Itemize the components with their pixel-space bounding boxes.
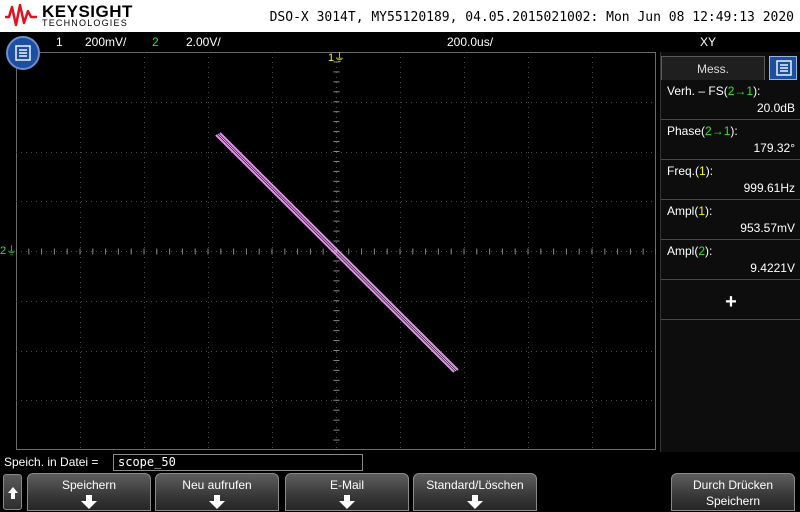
measurement-value: 9.4221V [750, 261, 795, 275]
measurement-value: 999.61Hz [743, 181, 795, 195]
down-arrow-icon [81, 495, 97, 509]
measurement-value: 179.32° [753, 141, 795, 155]
channel-status-bar: 1 200mV/ 2 2.00V/ 200.0us/ XY [0, 32, 800, 52]
xy-trace [215, 132, 459, 373]
measurement-item[interactable]: Ampl(1): 953.57mV [661, 200, 800, 240]
ch2-scale[interactable]: 2.00V/ [186, 35, 221, 49]
menu-up-button[interactable] [3, 474, 22, 510]
main-menu-button[interactable] [6, 36, 40, 70]
refresh-softkey[interactable]: Neu aufrufen [155, 473, 279, 511]
measurement-item[interactable]: Freq.(1): 999.61Hz [661, 160, 800, 200]
measurement-panel: Mess. Verh. – FS(2→1): 20.0dB Phase(2→1)… [660, 52, 800, 452]
save-softkey[interactable]: Speichern [27, 473, 151, 511]
down-arrow-icon [339, 495, 355, 509]
add-measurement-button[interactable]: + [661, 284, 800, 320]
softkey-bar: Speichern Neu aufrufen E-Mail Standard/L… [0, 472, 800, 512]
measurement-item[interactable]: Verh. – FS(2→1): 20.0dB [661, 80, 800, 120]
ch1-scale[interactable]: 200mV/ [85, 35, 126, 49]
header-bar: KEYSIGHT TECHNOLOGIES DSO-X 3014T, MY551… [0, 0, 800, 32]
waveform-display[interactable] [16, 52, 656, 450]
down-arrow-icon [209, 495, 225, 509]
default-clear-softkey[interactable]: Standard/Löschen [413, 473, 537, 511]
list-icon [15, 45, 31, 61]
up-arrow-icon [8, 487, 18, 499]
measurement-value: 953.57mV [740, 221, 795, 235]
ch2-number[interactable]: 2 [152, 35, 159, 49]
email-softkey[interactable]: E-Mail [285, 473, 409, 511]
measurement-value: 20.0dB [756, 101, 795, 115]
keysight-logo-icon [5, 3, 37, 27]
print-save-softkey[interactable]: Durch Drücken Speichern [671, 473, 795, 511]
list-icon [776, 60, 792, 76]
tab-measurements[interactable]: Mess. [661, 56, 765, 80]
ch1-number[interactable]: 1 [56, 35, 63, 49]
ch2-ground-marker[interactable]: 2⏚ [0, 246, 17, 257]
measurement-item[interactable]: Phase(2→1): 179.32° [661, 120, 800, 160]
down-arrow-icon [467, 495, 483, 509]
brand-subtitle: TECHNOLOGIES [42, 18, 128, 28]
timebase[interactable]: 200.0us/ [447, 35, 493, 49]
save-file-row: Speich. in Datei = scope_50 [0, 452, 800, 472]
display-mode[interactable]: XY [700, 35, 716, 49]
save-file-label: Speich. in Datei = [4, 455, 99, 469]
measurement-item[interactable]: Ampl(2): 9.4221V [661, 240, 800, 280]
filename-field[interactable]: scope_50 [113, 454, 363, 471]
panel-menu-button[interactable] [769, 56, 797, 80]
device-info: DSO-X 3014T, MY55120189, 04.05.201502100… [269, 10, 794, 25]
trigger-marker[interactable]: 1⏚ [328, 53, 345, 64]
